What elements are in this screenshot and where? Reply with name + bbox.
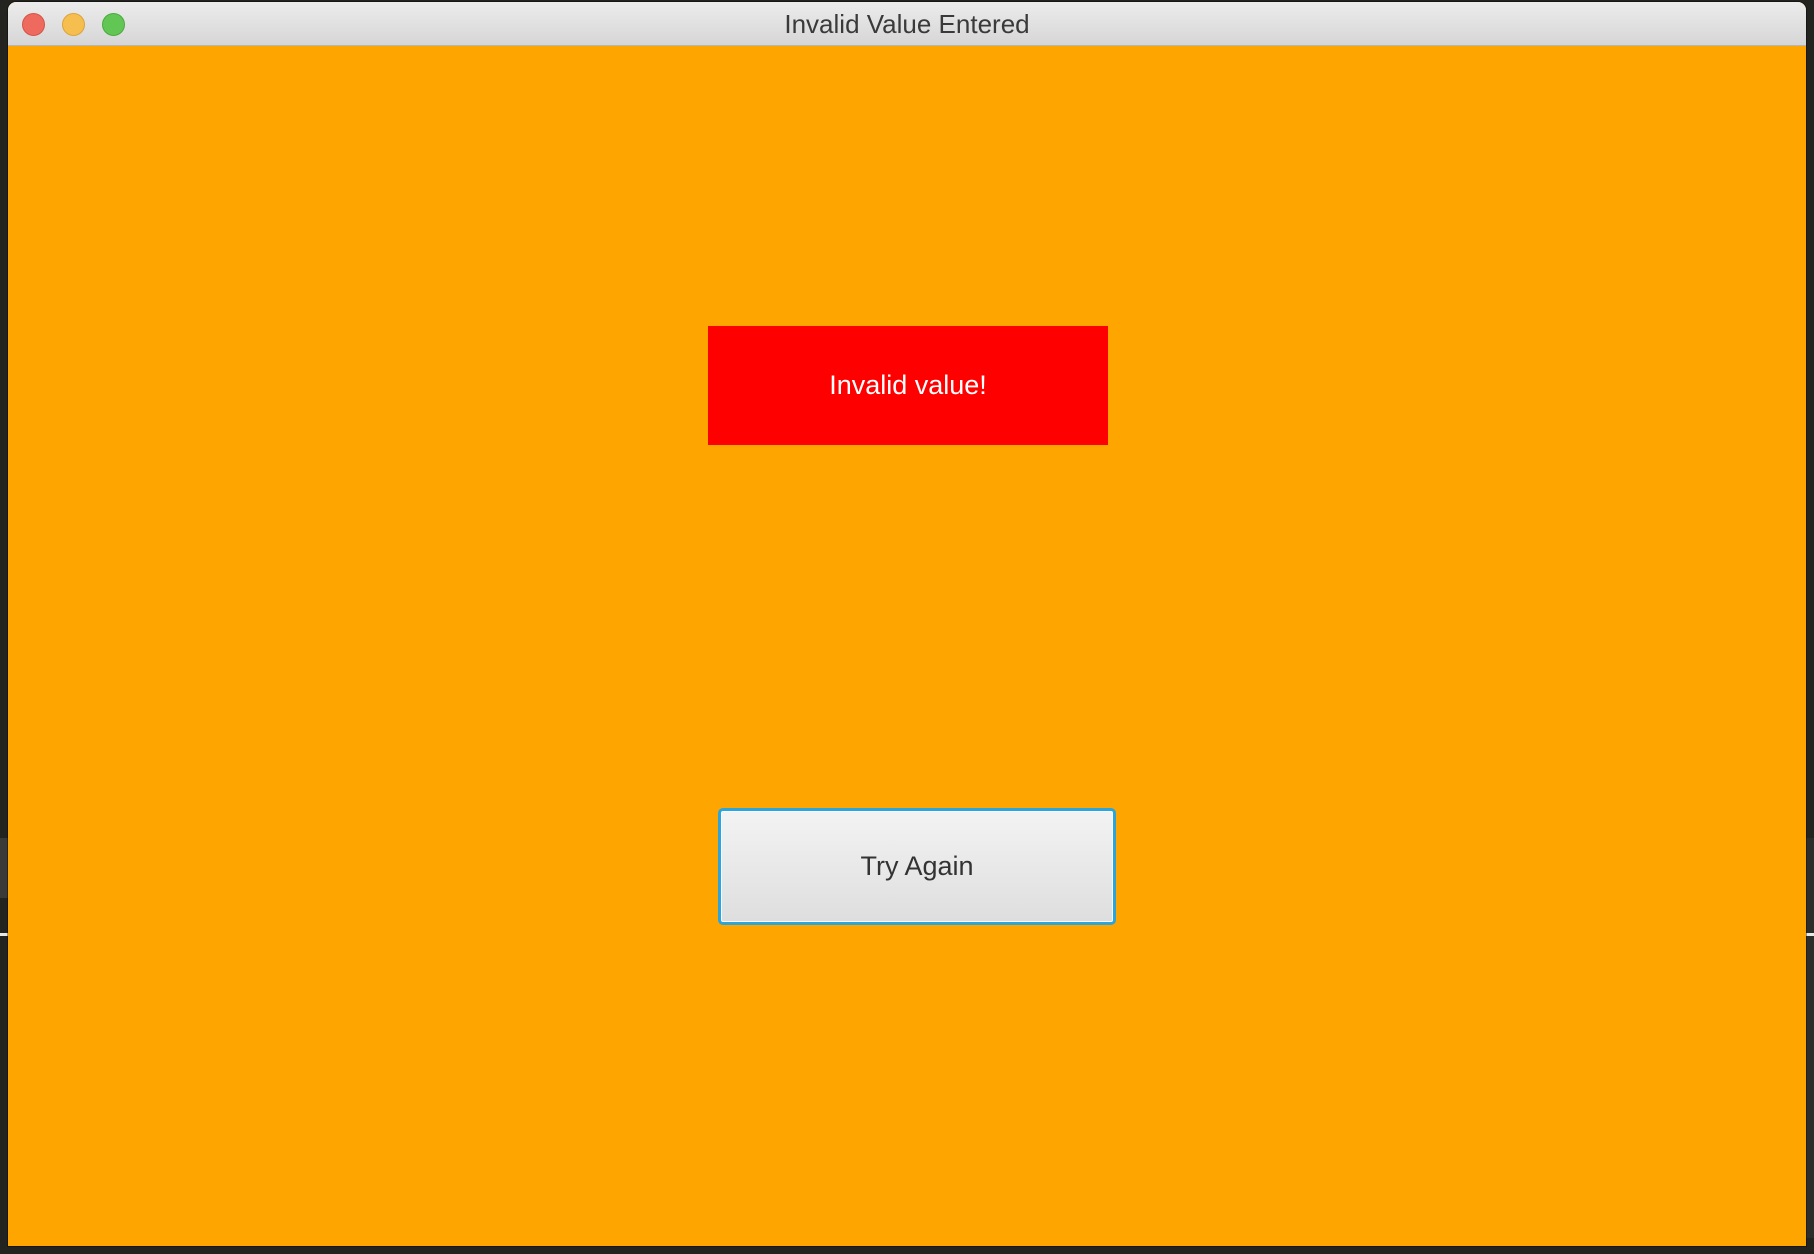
app-window: Invalid Value Entered Invalid value! Try…	[8, 2, 1806, 1246]
title-bar[interactable]: Invalid Value Entered	[8, 2, 1806, 46]
window-title: Invalid Value Entered	[784, 9, 1030, 39]
desktop: Invalid Value Entered Invalid value! Try…	[0, 0, 1814, 1254]
error-message-box: Invalid value!	[708, 326, 1108, 445]
window-content: Invalid value! Try Again	[8, 46, 1806, 1246]
error-message-label: Invalid value!	[829, 370, 987, 400]
try-again-button[interactable]: Try Again	[718, 808, 1116, 925]
background-panel	[1806, 838, 1814, 1238]
